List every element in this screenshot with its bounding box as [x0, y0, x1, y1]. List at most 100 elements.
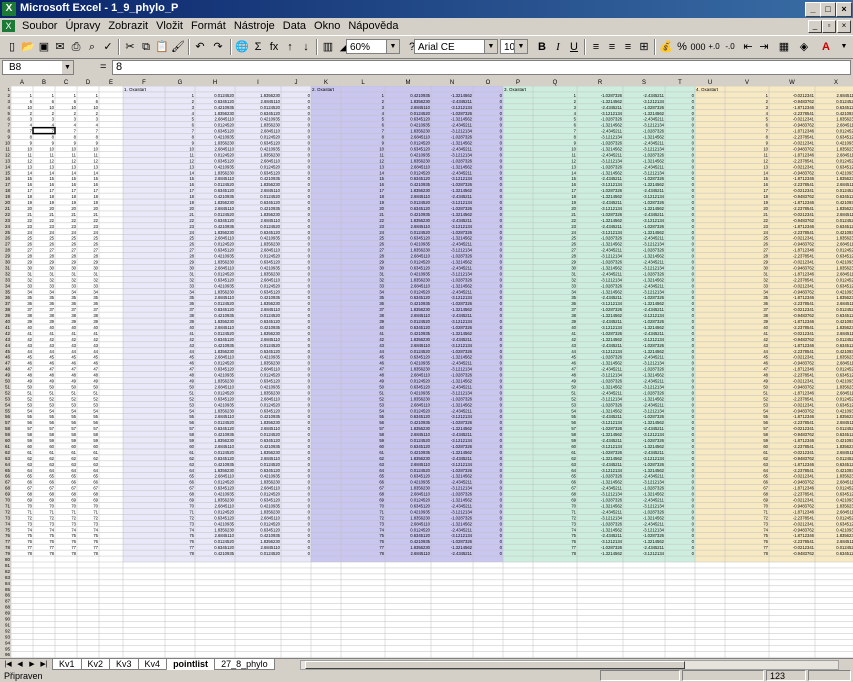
- cell[interactable]: -1.3214562: [451, 474, 473, 479]
- cell[interactable]: 0.6345120: [410, 355, 430, 360]
- cell[interactable]: 59: [71, 438, 76, 443]
- cell[interactable]: 0.4210935: [214, 313, 234, 318]
- column-header-a[interactable]: A: [20, 80, 24, 86]
- cell[interactable]: 16: [71, 182, 76, 187]
- cell[interactable]: 2.6845110: [837, 212, 853, 217]
- column-header-e[interactable]: E: [109, 80, 113, 86]
- row-header[interactable]: 68: [5, 486, 11, 491]
- cell[interactable]: 21: [93, 212, 98, 217]
- cell[interactable]: 46: [189, 361, 194, 366]
- cell[interactable]: -2.2378541: [793, 325, 815, 330]
- cell[interactable]: 0.4210935: [410, 123, 430, 128]
- cell[interactable]: 21: [27, 212, 32, 217]
- cell[interactable]: 22: [763, 218, 768, 223]
- cell[interactable]: -0.9483762: [793, 456, 815, 461]
- cell[interactable]: 55: [93, 414, 98, 419]
- row-header[interactable]: 24: [5, 224, 11, 229]
- cell[interactable]: -0.9483762: [793, 408, 815, 413]
- cell[interactable]: 0.0124520: [836, 218, 853, 223]
- cell[interactable]: 0.4210935: [836, 289, 853, 294]
- cell[interactable]: -3.1212134: [643, 527, 665, 532]
- cell[interactable]: -0.9483762: [793, 384, 815, 389]
- cell[interactable]: 0.6345120: [260, 260, 280, 265]
- cell[interactable]: 78: [571, 551, 576, 556]
- cell[interactable]: 1.8356230: [260, 123, 280, 128]
- tab-kv2[interactable]: Kv2: [80, 659, 111, 670]
- cell[interactable]: 71: [189, 509, 194, 514]
- cell[interactable]: 0.4210935: [836, 319, 853, 324]
- cell[interactable]: 64: [93, 468, 98, 473]
- cell[interactable]: 12: [93, 158, 98, 163]
- cell[interactable]: 46: [49, 361, 54, 366]
- cell[interactable]: 2.6845110: [261, 188, 281, 193]
- cell[interactable]: 13: [763, 164, 768, 169]
- cell[interactable]: 1.8356230: [214, 230, 234, 235]
- cell[interactable]: -1.0287326: [601, 212, 623, 217]
- cell[interactable]: 0.6345120: [260, 498, 280, 503]
- cell[interactable]: 0.6345120: [214, 277, 234, 282]
- cell[interactable]: -3.1212134: [451, 200, 473, 205]
- cell[interactable]: 0.6345120: [836, 521, 853, 526]
- cell[interactable]: 1.8356230: [214, 260, 234, 265]
- cell[interactable]: 0.4210935: [836, 260, 853, 265]
- cell[interactable]: -1.3214562: [601, 551, 623, 556]
- cell[interactable]: 2.6845110: [215, 474, 235, 479]
- cell[interactable]: -2.2378541: [793, 492, 815, 497]
- cell[interactable]: 73: [71, 521, 76, 526]
- cell[interactable]: 0.0124520: [260, 164, 280, 169]
- cell[interactable]: -2.2378541: [793, 515, 815, 520]
- cell[interactable]: 20: [49, 206, 54, 211]
- cell[interactable]: 78: [189, 551, 194, 556]
- cell[interactable]: -1.8712346: [793, 248, 815, 253]
- cell[interactable]: -2.4345211: [601, 152, 623, 157]
- cell[interactable]: 54: [571, 408, 576, 413]
- cell[interactable]: 45: [189, 355, 194, 360]
- cell[interactable]: 22: [49, 218, 54, 223]
- row-header[interactable]: 79: [5, 551, 11, 556]
- cell[interactable]: 57: [379, 426, 384, 431]
- cell[interactable]: -1.8712346: [793, 486, 815, 491]
- cell[interactable]: 76: [27, 539, 32, 544]
- cell[interactable]: 0.4210935: [260, 206, 280, 211]
- row-header[interactable]: 88: [5, 605, 11, 610]
- cell[interactable]: 0.4210935: [260, 295, 280, 300]
- cell[interactable]: -2.4345211: [451, 527, 473, 532]
- cell[interactable]: 0.6345120: [260, 289, 280, 294]
- cell[interactable]: 19: [27, 200, 32, 205]
- cell[interactable]: 28: [49, 254, 54, 259]
- cell[interactable]: 38: [379, 313, 384, 318]
- row-header[interactable]: 81: [5, 563, 11, 568]
- cell[interactable]: 44: [27, 349, 32, 354]
- row-header[interactable]: 33: [5, 277, 11, 282]
- cell[interactable]: 50: [71, 384, 76, 389]
- cell[interactable]: -1.0287326: [601, 426, 623, 431]
- cell[interactable]: 0.0124520: [260, 402, 280, 407]
- cell[interactable]: 61: [189, 450, 194, 455]
- cell[interactable]: -0.0212341: [793, 426, 815, 431]
- cell[interactable]: 1.8356230: [836, 355, 853, 360]
- cell[interactable]: 18: [763, 194, 768, 199]
- cell[interactable]: -1.8712346: [793, 176, 815, 181]
- row-header[interactable]: 40: [5, 319, 11, 324]
- cell[interactable]: 1.8356230: [410, 545, 430, 550]
- align-right-icon[interactable]: ≡: [620, 39, 636, 55]
- cell[interactable]: 17: [571, 188, 576, 193]
- cell[interactable]: 2: [96, 111, 99, 116]
- cell[interactable]: 15: [379, 176, 384, 181]
- cell[interactable]: 0.0124520: [836, 158, 853, 163]
- cell[interactable]: 77: [189, 545, 194, 550]
- row-header[interactable]: 12: [5, 152, 11, 157]
- cell[interactable]: 28: [571, 254, 576, 259]
- cell[interactable]: 17: [49, 188, 54, 193]
- cell[interactable]: 71: [27, 509, 32, 514]
- tab-kv1[interactable]: Kv1: [52, 659, 82, 670]
- cell[interactable]: 61: [49, 450, 54, 455]
- cell[interactable]: 49: [27, 379, 32, 384]
- cell[interactable]: -1.0287326: [451, 206, 473, 211]
- cell[interactable]: -2.2378541: [793, 254, 815, 259]
- function-icon[interactable]: fx: [266, 39, 282, 55]
- cell[interactable]: 2: [52, 111, 55, 116]
- cell[interactable]: 20: [71, 206, 76, 211]
- column-header-u[interactable]: U: [708, 80, 712, 86]
- cell[interactable]: 39: [71, 319, 76, 324]
